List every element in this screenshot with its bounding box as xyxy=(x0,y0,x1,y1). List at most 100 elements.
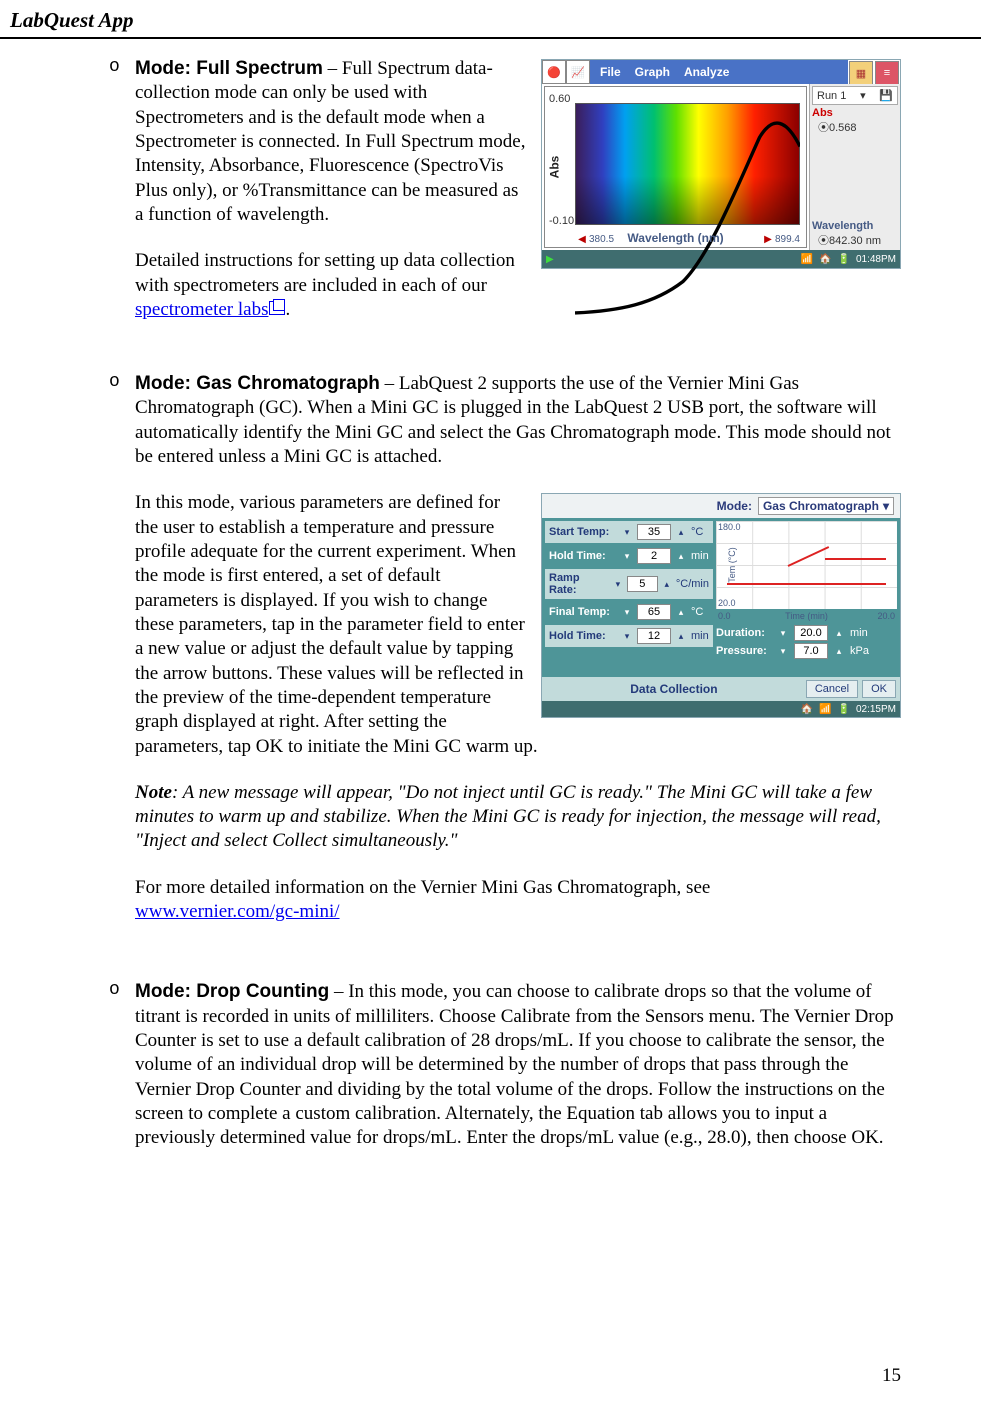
dec-icon[interactable]: ▾ xyxy=(620,524,634,540)
val-ramp[interactable]: 5 xyxy=(627,576,658,592)
drop-body1: In this mode, you can choose to calibrat… xyxy=(135,981,894,1148)
inc-icon[interactable]: ▴ xyxy=(832,643,846,659)
inc-icon[interactable]: ▴ xyxy=(674,628,688,644)
fig1-ytop: 0.60 xyxy=(549,93,570,105)
dec-icon[interactable]: ▾ xyxy=(776,643,790,659)
side-wl-block[interactable]: Wavelength ⦿842.30 nm xyxy=(812,220,898,248)
gc-mini-link[interactable]: www.vernier.com/gc-mini/ xyxy=(135,901,340,922)
menu-file[interactable]: File xyxy=(600,65,621,79)
fig1-time: 01:48PM xyxy=(856,254,896,265)
cancel-button[interactable]: Cancel xyxy=(806,680,858,698)
unit-hold1: min xyxy=(691,550,709,562)
lbl-ramp: Ramp Rate: xyxy=(549,572,609,596)
val-start-temp[interactable]: 35 xyxy=(637,524,671,540)
ok-button[interactable]: OK xyxy=(862,680,896,698)
fig2-statusbar: 🏠 📶 🔋 02:15PM xyxy=(542,701,900,717)
note-text: : A new message will appear, "Do not inj… xyxy=(135,782,881,852)
val-duration[interactable]: 20.0 xyxy=(794,625,828,641)
fig1-statusbar: ▶ 📶 🏠 🔋 01:48PM xyxy=(542,250,900,268)
fig2-ylabel: Tem (°C) xyxy=(727,548,737,584)
unit-final: °C xyxy=(691,606,703,618)
fig2-extra: Duration: ▾ 20.0 ▴ min Pressure: ▾ 7.0 ▴ xyxy=(716,625,897,659)
dec-icon[interactable]: ▾ xyxy=(620,548,634,564)
dec-icon[interactable]: ▾ xyxy=(776,625,790,641)
fig2-chart: Tem (°C) 180.0 20.0 Time (min) 0.0 20.0 xyxy=(716,521,897,609)
home-icon[interactable]: 🏠 xyxy=(819,254,831,265)
wifi-icon[interactable]: 📶 xyxy=(801,254,813,265)
fig2-right: Tem (°C) 180.0 20.0 Time (min) 0.0 20.0 … xyxy=(716,521,897,674)
unit-ramp: °C/min xyxy=(676,578,709,590)
row-start-temp: Start Temp: ▾ 35 ▴ °C xyxy=(545,521,713,543)
fig1-plot[interactable]: 0.60 -0.10 Abs ◀380.5 Wavelength (nm) ▶8… xyxy=(544,86,807,248)
section-full-spectrum: o 🔴 📈 File Graph Analyze ▦ ≡ xyxy=(135,57,901,344)
section-drop-counting: o Mode: Drop Counting – In this mode, yo… xyxy=(135,980,901,1150)
drop-text: Mode: Drop Counting – In this mode, you … xyxy=(135,980,901,1150)
fig1-xright: ▶899.4 xyxy=(761,234,800,245)
inc-icon[interactable]: ▴ xyxy=(661,576,673,592)
dec-icon[interactable]: ▾ xyxy=(620,628,634,644)
val-final[interactable]: 65 xyxy=(637,604,671,620)
inc-icon[interactable]: ▴ xyxy=(674,604,688,620)
figure-spectrometer: 🔴 📈 File Graph Analyze ▦ ≡ 0.60 -0.10 Ab xyxy=(541,59,901,269)
val-hold2[interactable]: 12 xyxy=(637,628,671,644)
gc-text: Mode: Gas Chromatograph – LabQuest 2 sup… xyxy=(135,372,901,924)
menu-analyze[interactable]: Analyze xyxy=(684,65,729,79)
fig2-bottom: Data Collection Cancel OK xyxy=(542,677,900,701)
fig2-mode-label: Mode: xyxy=(717,499,752,513)
wifi-icon[interactable]: 📶 xyxy=(819,704,831,715)
dec-icon[interactable]: ▾ xyxy=(620,604,634,620)
run-arrow-icon: ▾ xyxy=(860,89,866,102)
fig1-tb-right: ▦ ≡ xyxy=(848,60,900,84)
lbl-pressure: Pressure: xyxy=(716,645,772,657)
fig2-title: Data Collection xyxy=(546,682,802,696)
chart-line-seg1 xyxy=(727,583,886,585)
lbl-final: Final Temp: xyxy=(549,606,617,618)
page-body: o 🔴 📈 File Graph Analyze ▦ ≡ xyxy=(0,39,981,1151)
fs-body2b: . xyxy=(285,299,290,320)
table-tab-icon[interactable]: ▦ xyxy=(849,61,873,85)
side-wl-value: ⦿842.30 nm xyxy=(812,232,898,248)
gc-note: Note: A new message will appear, "Do not… xyxy=(135,781,901,854)
fig2-mode-value: Gas Chromatograph xyxy=(763,499,879,513)
fig2-time: 02:15PM xyxy=(856,704,896,715)
fig2-xlabel: Time (min) xyxy=(785,611,828,621)
play-icon[interactable]: ▶ xyxy=(546,254,554,265)
unit-pressure: kPa xyxy=(850,645,869,657)
val-hold1[interactable]: 2 xyxy=(637,548,671,564)
external-link-icon xyxy=(269,301,285,315)
home-icon[interactable]: 🏠 xyxy=(801,704,813,715)
gc-mode-label: Mode: Gas Chromatograph xyxy=(135,373,380,394)
chevron-down-icon: ▾ xyxy=(883,499,889,513)
fig2-ytop: 180.0 xyxy=(718,522,741,532)
page-header: LabQuest App xyxy=(0,0,981,39)
notes-tab-icon[interactable]: ≡ xyxy=(875,61,899,85)
save-icon[interactable]: 💾 xyxy=(879,89,893,102)
fig1-ybot: -0.10 xyxy=(549,215,574,227)
inc-icon[interactable]: ▴ xyxy=(674,548,688,564)
run-label: Run 1 xyxy=(817,90,846,102)
graph-tab-icon[interactable]: 📈 xyxy=(566,60,590,84)
unit-hold2: min xyxy=(691,630,709,642)
row-hold-time-2: Hold Time: ▾ 12 ▴ min xyxy=(545,625,713,647)
gc-body3a: For more detailed information on the Ver… xyxy=(135,877,710,898)
gc-sep: – xyxy=(380,373,399,394)
fig2-form: Start Temp: ▾ 35 ▴ °C Hold Time: ▾ 2 ▴ m… xyxy=(545,521,713,674)
run-selector[interactable]: Run 1 ▾ 💾 xyxy=(812,86,898,105)
fig1-toolbar: 🔴 📈 File Graph Analyze ▦ ≡ xyxy=(542,60,900,84)
fig2-mode-select[interactable]: Gas Chromatograph ▾ xyxy=(758,497,894,515)
meter-tab-icon[interactable]: 🔴 xyxy=(542,60,566,84)
fig2-xright: 20.0 xyxy=(877,611,895,621)
inc-icon[interactable]: ▴ xyxy=(674,524,688,540)
side-abs-block[interactable]: Abs ⦿0.568 xyxy=(812,107,898,135)
menu-graph[interactable]: Graph xyxy=(635,65,670,79)
fig1-spectrum xyxy=(575,103,800,225)
row-final-temp: Final Temp: ▾ 65 ▴ °C xyxy=(545,601,713,623)
fig1-xleft: ◀380.5 xyxy=(575,234,614,245)
spectrometer-labs-link[interactable]: spectrometer labs xyxy=(135,299,268,320)
row-duration: Duration: ▾ 20.0 ▴ min xyxy=(716,625,897,641)
inc-icon[interactable]: ▴ xyxy=(832,625,846,641)
bullet: o xyxy=(109,372,120,392)
dec-icon[interactable]: ▾ xyxy=(612,576,624,592)
fs-sep: – xyxy=(323,58,342,79)
val-pressure[interactable]: 7.0 xyxy=(794,643,828,659)
